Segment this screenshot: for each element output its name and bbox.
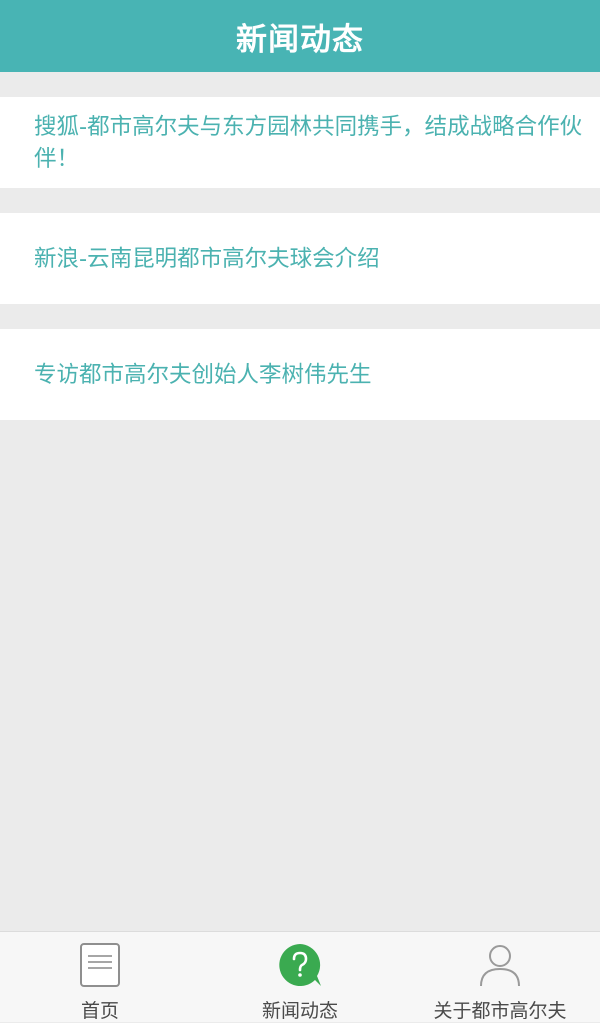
news-item-title: 搜狐-都市高尔夫与东方园林共同携手，结成战略合作伙伴！ xyxy=(34,113,583,172)
tab-about[interactable]: 关于都市高尔夫 xyxy=(420,932,580,1023)
news-list: 搜狐-都市高尔夫与东方园林共同携手，结成战略合作伙伴！ 新浪-云南昆明都市高尔夫… xyxy=(0,97,600,445)
document-icon xyxy=(77,942,123,988)
news-item-title: 新浪-云南昆明都市高尔夫球会介绍 xyxy=(34,245,380,272)
news-item-title: 专访都市高尔夫创始人李树伟先生 xyxy=(34,361,372,388)
question-bubble-icon xyxy=(277,942,323,988)
tab-label: 关于都市高尔夫 xyxy=(433,1000,567,1022)
news-item[interactable]: 搜狐-都市高尔夫与东方园林共同携手，结成战略合作伙伴！ xyxy=(0,97,600,188)
news-item[interactable]: 专访都市高尔夫创始人李树伟先生 xyxy=(0,329,600,420)
tab-home[interactable]: 首页 xyxy=(60,932,140,1023)
tab-label: 新闻动态 xyxy=(261,1000,338,1022)
user-icon xyxy=(477,942,523,988)
news-item[interactable]: 新浪-云南昆明都市高尔夫球会介绍 xyxy=(0,213,600,304)
tab-news[interactable]: 新闻动态 xyxy=(250,932,350,1023)
page-title: 新闻动态 xyxy=(236,21,364,58)
bottom-tab-bar: 首页 新闻动态 关于都市高尔夫 xyxy=(0,931,600,1022)
tab-label: 首页 xyxy=(80,1000,119,1022)
app-header: 新闻动态 xyxy=(0,0,600,72)
